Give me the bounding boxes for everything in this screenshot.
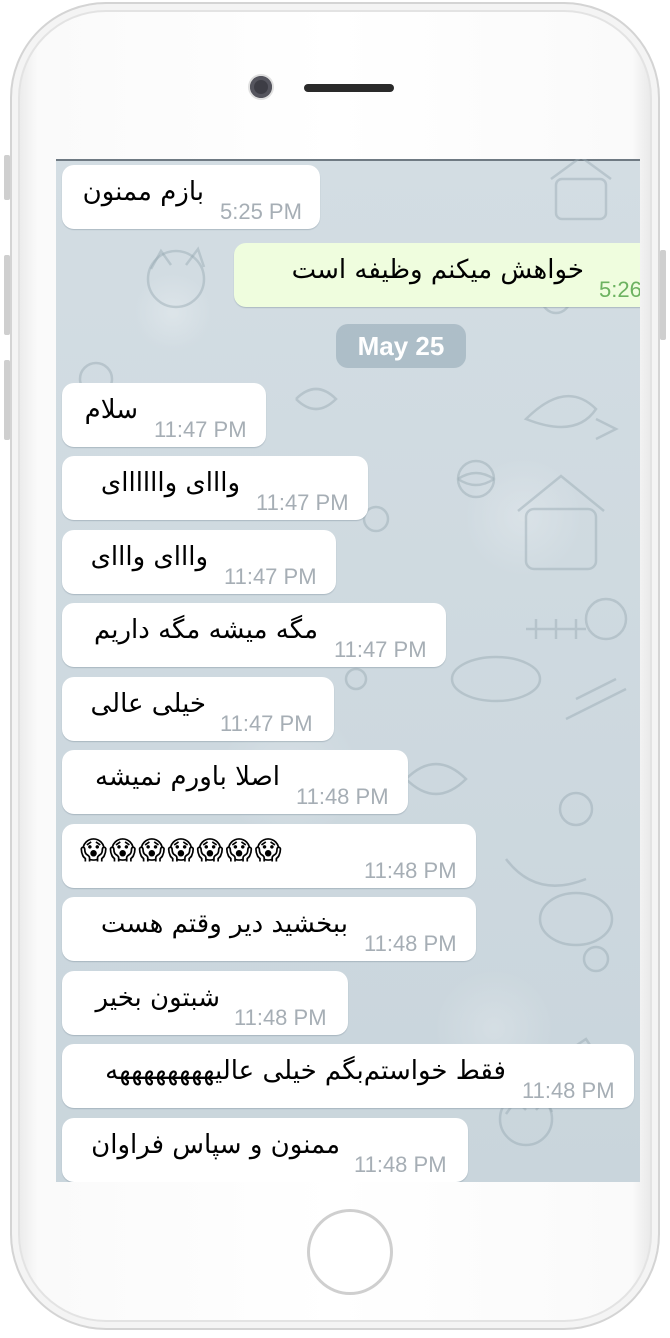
chat-screen[interactable]: May 25 بازم ممنون 5:25 PM خواهش میکنم وظ… <box>56 159 640 1182</box>
volume-down-button <box>4 360 10 440</box>
message-text: سلام <box>84 395 138 425</box>
message-text: وااای واااااای <box>100 468 240 498</box>
incoming-message[interactable]: ممنون و سپاس فراوان 11:48 PM <box>62 1118 468 1182</box>
message-text: خواهش میکنم وظیفه است <box>291 255 584 285</box>
message-time: 11:47 PM <box>220 711 313 736</box>
incoming-message[interactable]: فقط خواستم‌بگم خیلی عالیههههههههه 11:48 … <box>62 1044 634 1108</box>
outgoing-message[interactable]: خواهش میکنم وظیفه است 5:26 <box>234 243 640 307</box>
power-button <box>660 250 666 340</box>
emoji-message-text: 😱😱😱😱😱😱😱 <box>80 836 284 866</box>
incoming-message[interactable]: مگه میشه مگه داریم 11:47 PM <box>62 603 446 667</box>
message-text: وااای وااای <box>90 542 208 572</box>
message-time: 11:48 PM <box>522 1078 615 1103</box>
incoming-message[interactable]: ببخشید دیر وقتم هست 11:48 PM <box>62 897 476 961</box>
message-time: 11:47 PM <box>154 417 247 442</box>
message-text: مگه میشه مگه داریم <box>93 615 318 645</box>
incoming-message[interactable]: بازم ممنون 5:25 PM <box>62 165 320 229</box>
message-time: 11:47 PM <box>224 564 317 589</box>
message-text: خیلی عالی <box>90 689 207 719</box>
incoming-message[interactable]: 😱😱😱😱😱😱😱 11:48 PM <box>62 824 476 888</box>
message-time: 11:48 PM <box>234 1005 327 1030</box>
incoming-message[interactable]: شبتون بخیر 11:48 PM <box>62 971 348 1035</box>
message-text: فقط خواستم‌بگم خیلی عالیههههههههه <box>105 1056 506 1086</box>
message-text: بازم ممنون <box>82 177 204 207</box>
incoming-message[interactable]: سلام 11:47 PM <box>62 383 266 447</box>
message-text: ممنون و سپاس فراوان <box>91 1130 340 1160</box>
message-text: شبتون بخیر <box>95 983 220 1013</box>
message-text: اصلا باورم نمیشه <box>95 762 280 792</box>
message-time: 11:48 PM <box>364 858 457 883</box>
incoming-message[interactable]: وااای واااااای 11:47 PM <box>62 456 368 520</box>
home-button-icon[interactable] <box>307 1209 393 1295</box>
message-time: 5:26 <box>599 277 640 302</box>
mute-switch <box>4 155 10 200</box>
message-time: 11:47 PM <box>256 490 349 515</box>
message-time: 5:25 PM <box>220 199 302 224</box>
volume-up-button <box>4 255 10 335</box>
front-camera-icon <box>250 76 272 98</box>
phone-frame: May 25 بازم ممنون 5:25 PM خواهش میکنم وظ… <box>10 2 660 1330</box>
message-text: ببخشید دیر وقتم هست <box>100 909 348 939</box>
date-separator: May 25 <box>336 324 466 368</box>
message-time: 11:48 PM <box>354 1152 447 1177</box>
message-time: 11:48 PM <box>296 784 389 809</box>
incoming-message[interactable]: خیلی عالی 11:47 PM <box>62 677 334 741</box>
incoming-message[interactable]: اصلا باورم نمیشه 11:48 PM <box>62 750 408 814</box>
message-time: 11:48 PM <box>364 931 457 956</box>
message-time: 11:47 PM <box>334 637 427 662</box>
speaker-grille-icon <box>304 84 394 92</box>
incoming-message[interactable]: وااای وااای 11:47 PM <box>62 530 336 594</box>
